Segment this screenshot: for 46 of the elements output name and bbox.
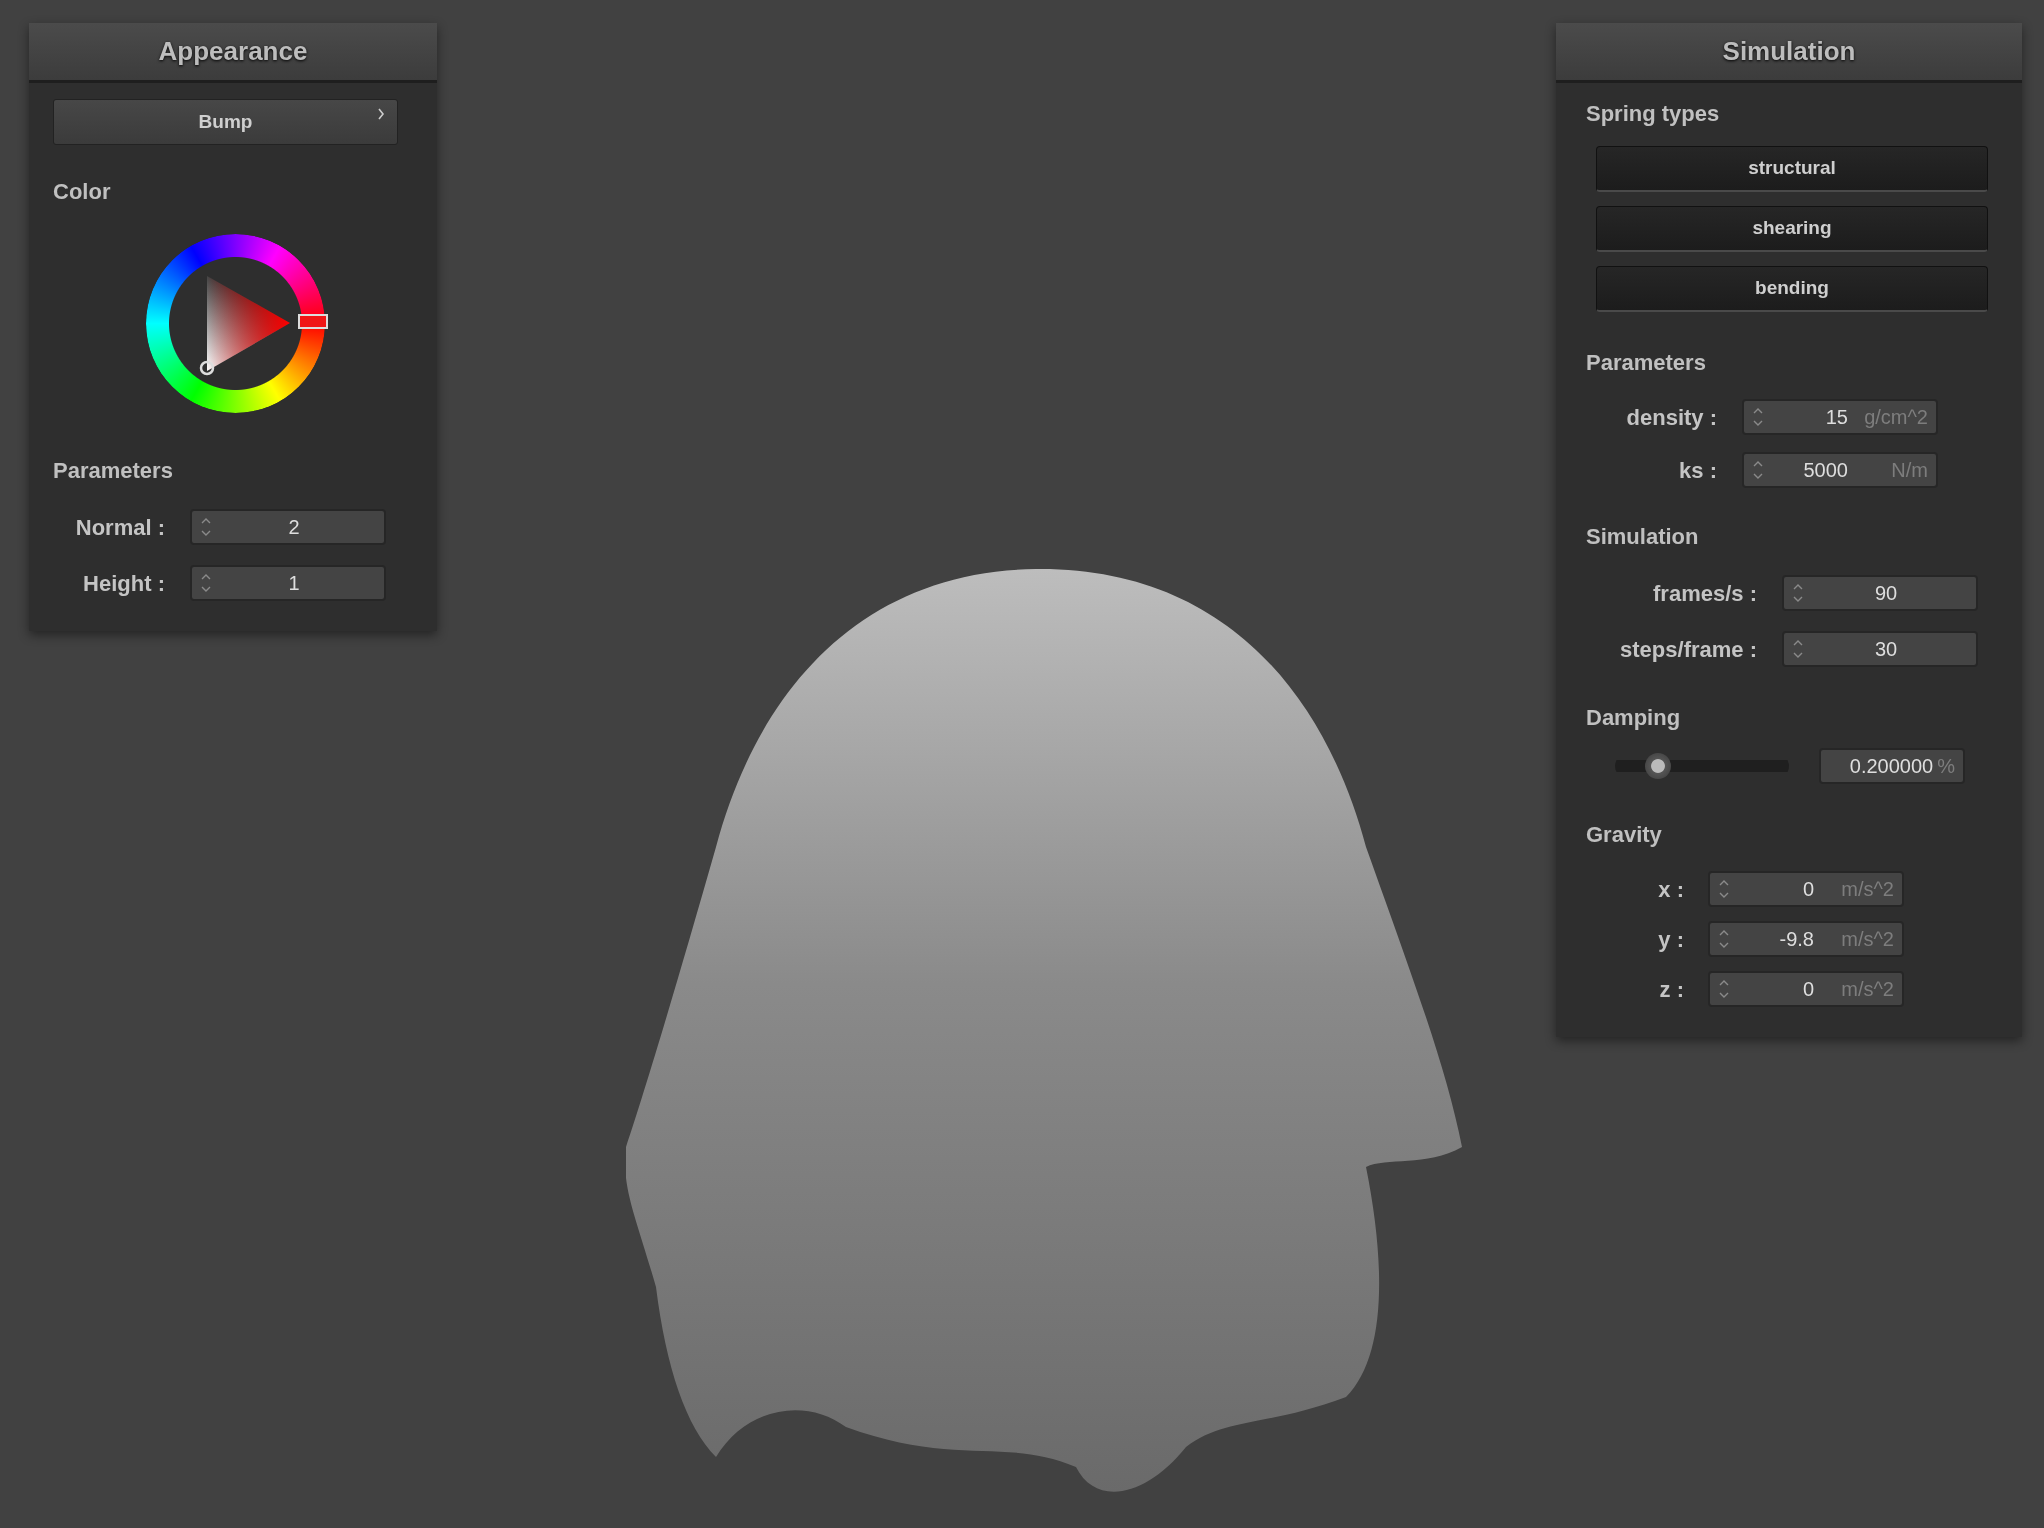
toggle-button[interactable]: structural — [1596, 146, 1988, 192]
color-picker-handle[interactable] — [199, 360, 215, 376]
field-label: steps/frame : — [1619, 635, 1757, 664]
section-label: Parameters — [53, 457, 174, 485]
spinner-arrows-icon[interactable] — [1752, 406, 1764, 428]
field-label: Normal : — [74, 513, 165, 542]
number-field[interactable]: 0.200000 % — [1819, 748, 1965, 784]
field-label: density : — [1625, 403, 1717, 432]
number-field[interactable]: 2 — [190, 509, 386, 545]
spinner-arrows-icon[interactable] — [1792, 582, 1804, 604]
chevron-right-icon — [377, 108, 385, 120]
spinner-arrows-icon[interactable] — [1752, 459, 1764, 481]
section-label: Color — [53, 178, 112, 206]
toggle-button[interactable]: bending — [1596, 266, 1988, 312]
field-label: x : — [1657, 875, 1684, 904]
spinner-arrows-icon[interactable] — [1718, 978, 1730, 1000]
spinner-arrows-icon[interactable] — [200, 516, 212, 538]
section-label: Simulation — [1586, 523, 1700, 551]
number-field[interactable]: -9.8 m/s^2 — [1708, 921, 1904, 957]
number-field[interactable]: 90 — [1782, 575, 1978, 611]
mode-button[interactable]: Bump — [53, 99, 398, 145]
field-label: z : — [1658, 975, 1684, 1004]
slider-thumb[interactable] — [1644, 753, 1671, 779]
spinner-arrows-icon[interactable] — [200, 572, 212, 594]
number-field[interactable]: 0 m/s^2 — [1708, 971, 1904, 1007]
field-label: y : — [1657, 925, 1684, 954]
number-field[interactable]: 30 — [1782, 631, 1978, 667]
number-field[interactable]: 1 — [190, 565, 386, 601]
number-field[interactable]: 0 m/s^2 — [1708, 871, 1904, 907]
number-field[interactable]: 5000 N/m — [1742, 452, 1938, 488]
panel-title: Appearance — [29, 23, 437, 83]
spinner-arrows-icon[interactable] — [1718, 928, 1730, 950]
field-label: Height : — [82, 569, 165, 598]
hue-handle[interactable] — [298, 314, 328, 329]
field-label: frames/s : — [1652, 579, 1757, 608]
number-field[interactable]: 15 g/cm^2 — [1742, 399, 1938, 435]
spinner-arrows-icon[interactable] — [1718, 878, 1730, 900]
spinner-arrows-icon[interactable] — [1792, 638, 1804, 660]
color-triangle[interactable] — [207, 276, 290, 371]
section-label: Parameters — [1586, 349, 1707, 377]
field-label: ks : — [1678, 456, 1717, 485]
toggle-button[interactable]: shearing — [1596, 206, 1988, 252]
section-label: Spring types — [1586, 100, 1721, 128]
section-label: Gravity — [1586, 821, 1663, 849]
panel-title: Simulation — [1556, 23, 2022, 83]
section-label: Damping — [1586, 704, 1682, 732]
